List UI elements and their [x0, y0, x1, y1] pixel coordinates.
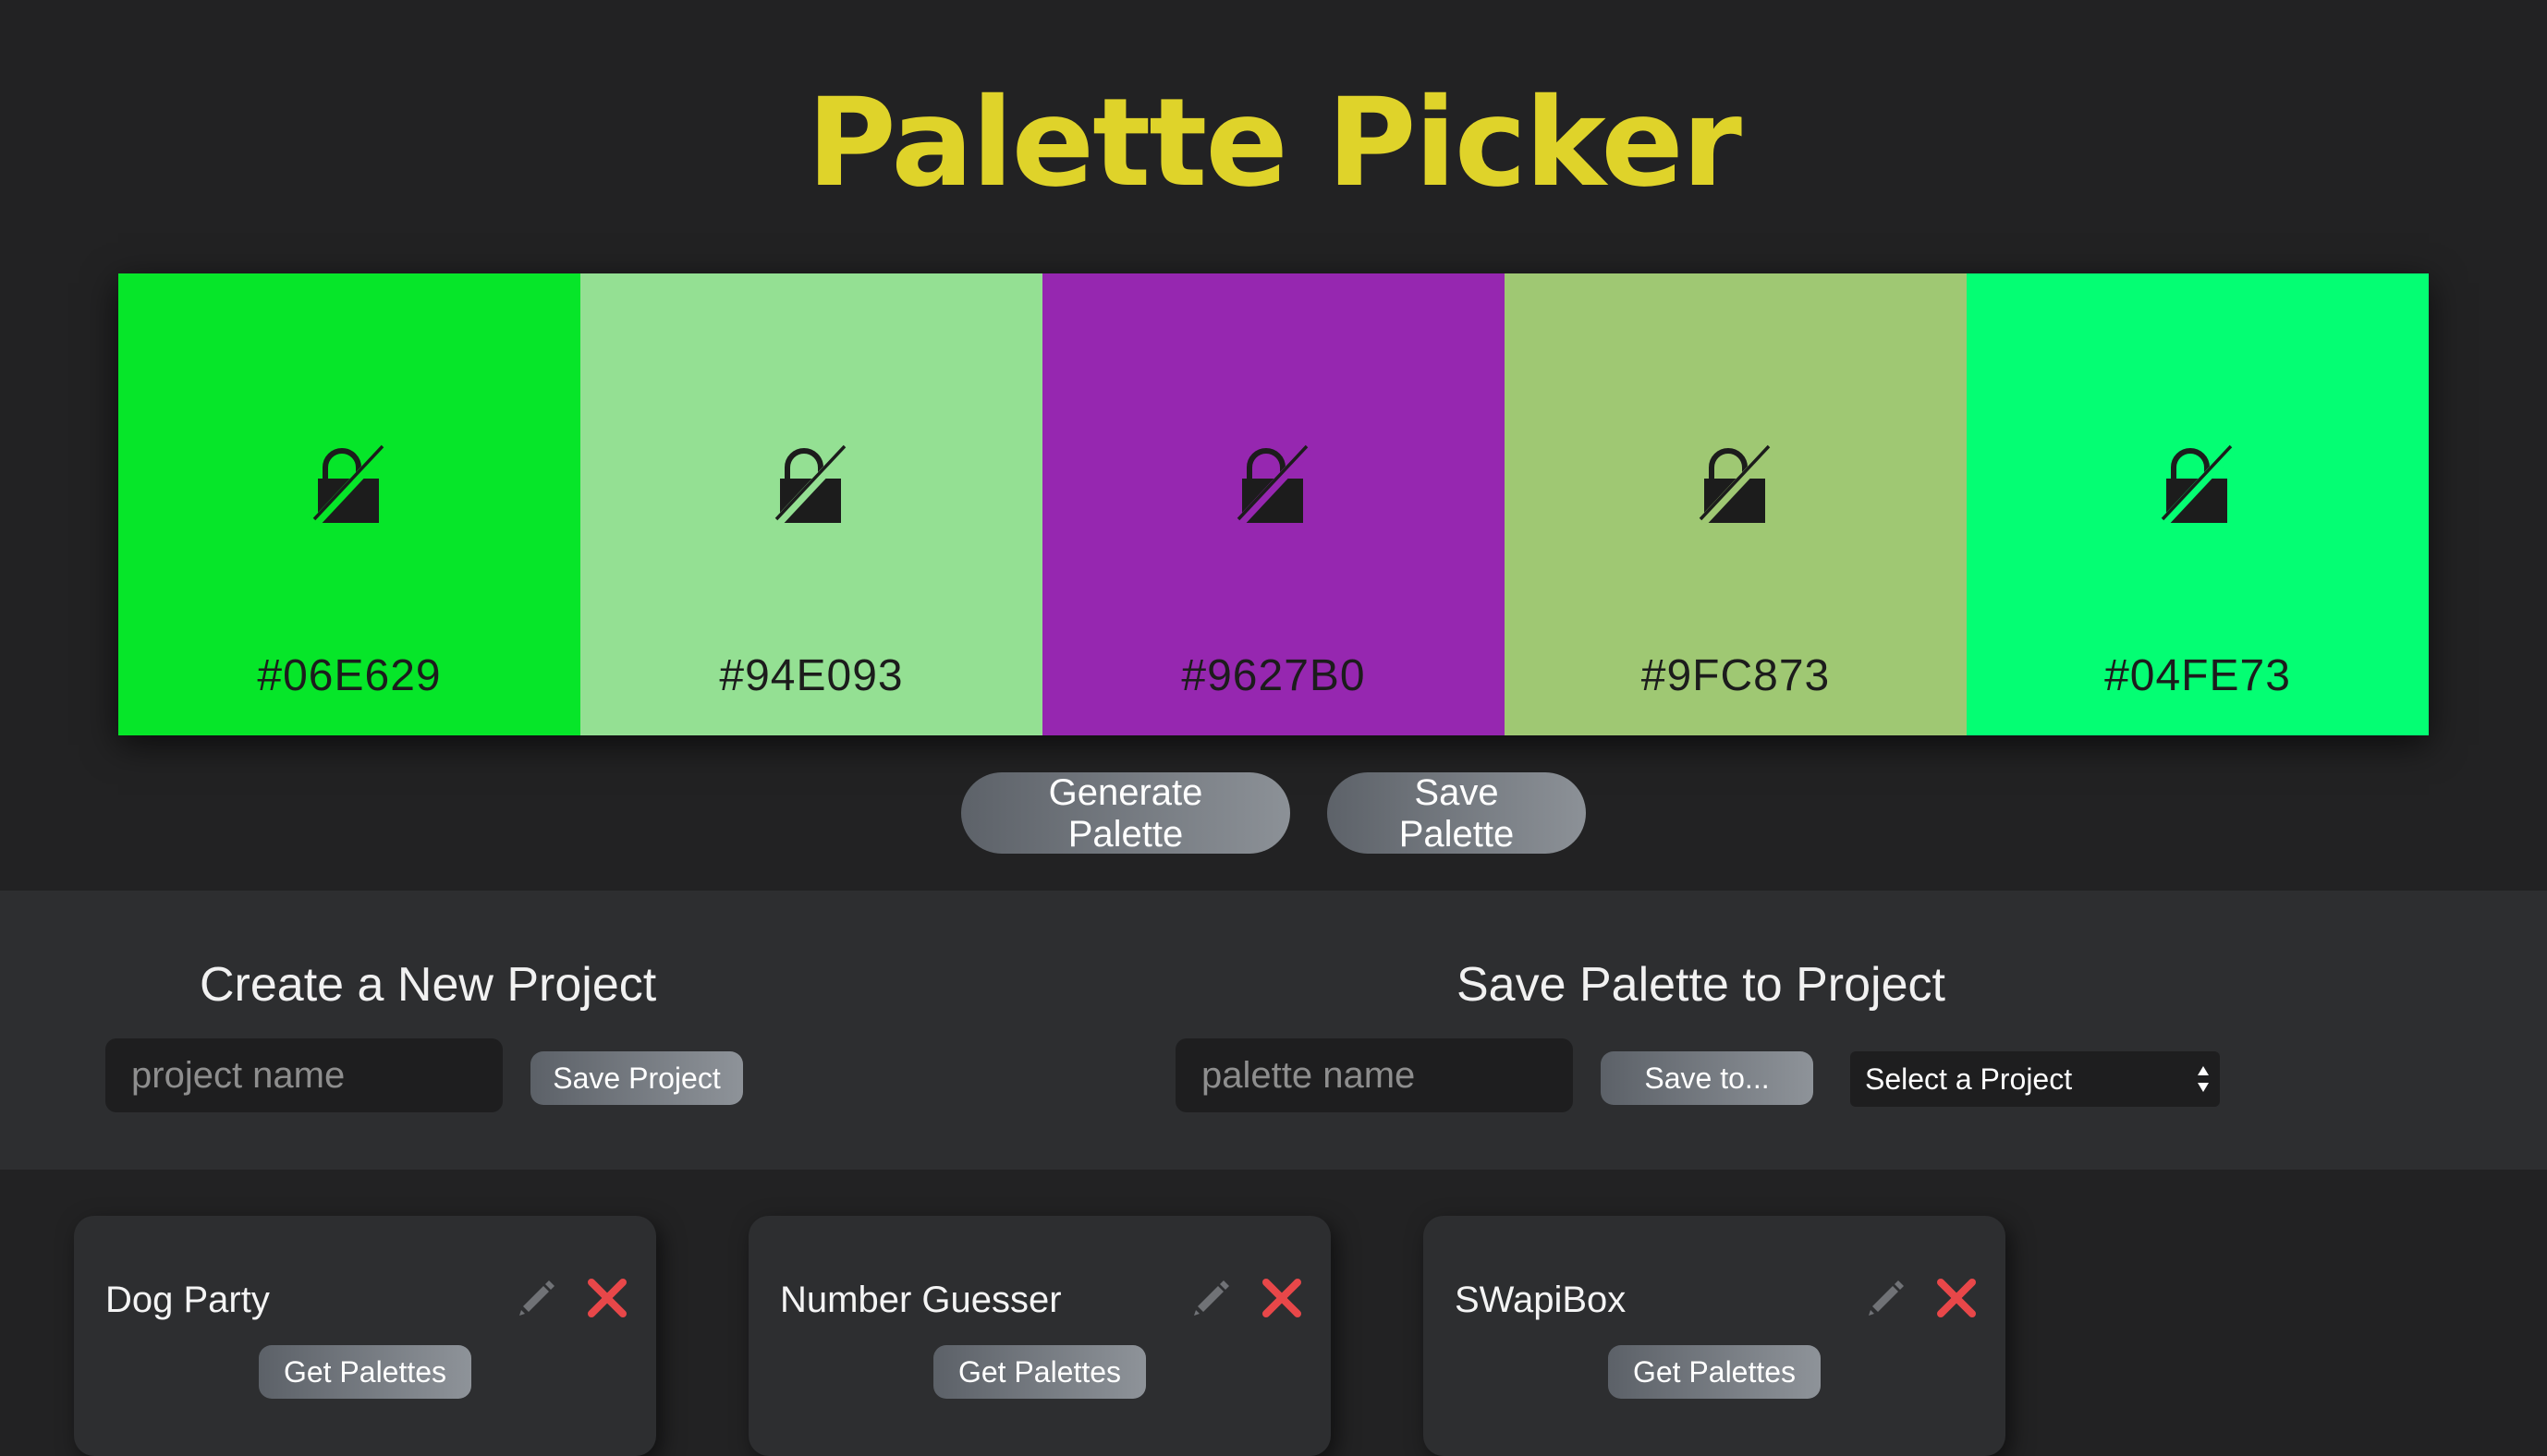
- palette-actions: Generate Palette Save Palette: [0, 772, 2547, 855]
- swatch-hex-label: #04FE73: [2104, 651, 2291, 700]
- color-swatch[interactable]: #06E629: [118, 273, 580, 735]
- pencil-icon[interactable]: [1187, 1275, 1231, 1319]
- project-select[interactable]: Select a Project: [1850, 1051, 2220, 1107]
- swatch-hex-label: #9FC873: [1640, 651, 1831, 700]
- project-name: Number Guesser: [780, 1280, 1062, 1320]
- swatch-hex-label: #94E093: [719, 651, 904, 700]
- project-card: SWapiBox Get Palettes: [1423, 1216, 2005, 1456]
- select-arrows-icon: [2198, 1066, 2209, 1092]
- color-swatch[interactable]: #04FE73: [1967, 273, 2429, 735]
- close-icon[interactable]: [586, 1277, 628, 1319]
- get-palettes-button[interactable]: Get Palettes: [933, 1345, 1146, 1399]
- get-palettes-button[interactable]: Get Palettes: [259, 1345, 471, 1399]
- project-card: Dog Party Get Palettes: [74, 1216, 656, 1456]
- create-project-heading: Create a New Project: [200, 958, 657, 1012]
- close-icon[interactable]: [1935, 1277, 1978, 1319]
- project-name: Dog Party: [105, 1280, 270, 1320]
- page-title: Palette Picker: [807, 72, 1742, 214]
- palette-name-input[interactable]: [1176, 1038, 1573, 1112]
- unlocked-padlock-icon[interactable]: [1237, 440, 1310, 525]
- color-swatch[interactable]: #9627B0: [1042, 273, 1505, 735]
- unlocked-padlock-icon[interactable]: [2161, 440, 2235, 525]
- get-palettes-button[interactable]: Get Palettes: [1608, 1345, 1821, 1399]
- close-icon[interactable]: [1261, 1277, 1303, 1319]
- generate-palette-button[interactable]: Generate Palette: [961, 772, 1290, 855]
- forms-band: Create a New Project Save Project Save P…: [0, 891, 2547, 1170]
- color-swatch[interactable]: #9FC873: [1505, 273, 1967, 735]
- color-swatch[interactable]: #94E093: [580, 273, 1042, 735]
- project-name-input[interactable]: [105, 1038, 503, 1112]
- save-project-button[interactable]: Save Project: [530, 1051, 743, 1105]
- save-palette-heading: Save Palette to Project: [1456, 958, 1945, 1012]
- palette-strip: #06E629 #94E093 #9627B0 #9FC873 #04FE73: [118, 273, 2429, 735]
- project-card: Number Guesser Get Palettes: [749, 1216, 1331, 1456]
- unlocked-padlock-icon[interactable]: [1699, 440, 1773, 525]
- project-name: SWapiBox: [1455, 1280, 1627, 1320]
- unlocked-padlock-icon[interactable]: [774, 440, 848, 525]
- project-select-value: Select a Project: [1865, 1062, 2073, 1096]
- swatch-hex-label: #06E629: [257, 651, 442, 700]
- unlocked-padlock-icon[interactable]: [312, 440, 386, 525]
- pencil-icon[interactable]: [1861, 1275, 1906, 1319]
- save-to-button[interactable]: Save to...: [1601, 1051, 1813, 1105]
- swatch-hex-label: #9627B0: [1181, 651, 1366, 700]
- pencil-icon[interactable]: [512, 1275, 556, 1319]
- save-palette-button[interactable]: Save Palette: [1327, 772, 1586, 855]
